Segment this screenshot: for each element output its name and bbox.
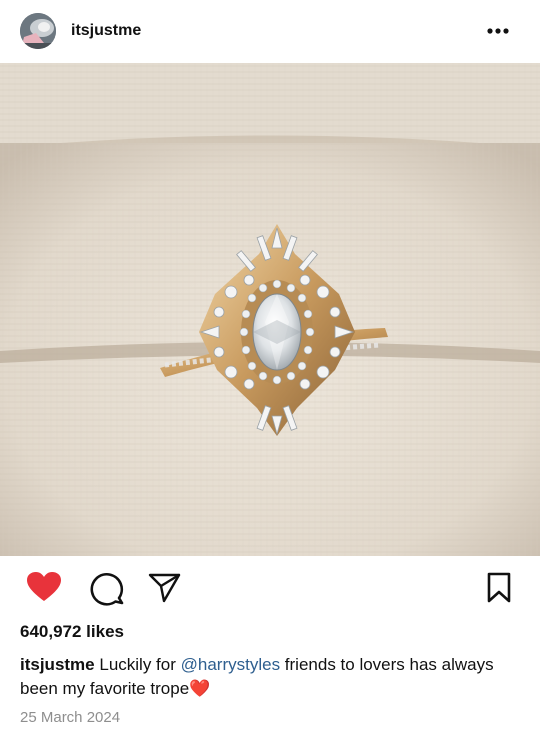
ring-photo	[0, 63, 540, 556]
post-header: itsjustme	[0, 0, 540, 63]
post-caption: itsjustme Luckily for @harrystyles frien…	[20, 653, 520, 701]
comment-icon[interactable]	[88, 570, 124, 611]
bookmark-icon[interactable]	[486, 572, 512, 609]
post-username[interactable]: itsjustme	[71, 21, 141, 41]
avatar-image	[20, 13, 56, 49]
heart-filled-icon[interactable]	[26, 571, 62, 608]
more-horizontal-icon[interactable]	[484, 19, 516, 43]
action-bar	[0, 556, 540, 620]
post-date: 25 March 2024	[20, 709, 121, 726]
caption-text-start: Luckily for	[94, 655, 181, 674]
caption-mention[interactable]: @harrystyles	[181, 655, 280, 674]
post-photo[interactable]	[0, 63, 540, 556]
avatar[interactable]	[20, 13, 56, 49]
heart-emoji: ❤️	[189, 679, 211, 698]
caption-username[interactable]: itsjustme	[20, 655, 95, 674]
likes-count[interactable]: 640,972 likes	[20, 622, 124, 642]
paper-plane-icon[interactable]	[148, 572, 182, 609]
